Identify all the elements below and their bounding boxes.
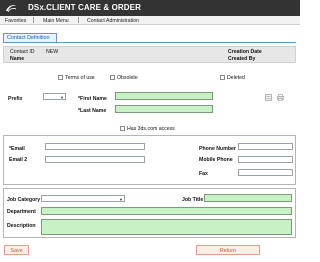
- return-button[interactable]: Return: [196, 245, 260, 255]
- obsolete-checkbox[interactable]: [110, 75, 115, 80]
- 3ds-logo-icon: [6, 5, 17, 13]
- created-by-label: Created By: [228, 56, 256, 62]
- nav-item-main-menu[interactable]: Main Menu: [43, 18, 69, 24]
- deleted-checkbox[interactable]: [220, 75, 225, 80]
- department-label: Department: [7, 209, 36, 215]
- deleted-label: Deleted: [227, 75, 245, 81]
- mobile-phone-field[interactable]: [238, 156, 293, 163]
- job-title-label: Job Title: [182, 197, 204, 203]
- contact-id-label: Contact ID: [10, 49, 35, 55]
- first-name-field[interactable]: [115, 92, 213, 100]
- email2-field[interactable]: [45, 156, 145, 163]
- department-field[interactable]: [41, 207, 292, 215]
- app-header: DSx.CLIENT CARE & ORDER: [0, 0, 300, 16]
- fax-label: Fax: [199, 171, 208, 177]
- card-icon[interactable]: [265, 94, 272, 101]
- job-category-select[interactable]: ▼: [41, 195, 125, 202]
- tab-underline: [3, 41, 296, 43]
- print-icon[interactable]: [277, 94, 284, 101]
- prefix-label: Prefix: [8, 96, 23, 102]
- description-label: Description: [7, 223, 36, 229]
- nav-separator: [33, 17, 34, 23]
- last-name-field[interactable]: [115, 105, 213, 113]
- contact-info-panel: Contact ID NEW Name Creation Date Create…: [3, 46, 296, 63]
- terms-of-use-label: Terms of use: [65, 75, 95, 81]
- has-3ds-access-checkbox[interactable]: [120, 126, 125, 131]
- nav-item-favorites[interactable]: Favorites: [5, 18, 26, 24]
- nav-item-contact-administration[interactable]: Contact Administration: [87, 18, 139, 24]
- prefix-select[interactable]: ▼: [43, 93, 66, 100]
- email-label: *Email: [9, 146, 25, 152]
- fax-field[interactable]: [238, 169, 293, 176]
- terms-of-use-checkbox[interactable]: [58, 75, 63, 80]
- chevron-down-icon: ▼: [60, 94, 64, 100]
- nav-separator: [78, 17, 79, 23]
- email-field[interactable]: [45, 143, 145, 150]
- phone-number-label: Phone Number: [199, 146, 236, 152]
- chevron-down-icon: ▼: [119, 196, 123, 202]
- creation-date-label: Creation Date: [228, 49, 262, 55]
- save-button[interactable]: Save: [4, 245, 29, 255]
- job-section: Job Category ▼ Job Title Department Desc…: [3, 188, 296, 238]
- email2-label: Email 2: [9, 157, 28, 163]
- job-title-field[interactable]: [204, 194, 292, 202]
- description-field[interactable]: [41, 219, 292, 235]
- phone-number-field[interactable]: [238, 143, 293, 150]
- name-label: Name: [10, 56, 25, 62]
- mobile-phone-label: Mobile Phone: [199, 157, 233, 163]
- contact-id-value: NEW: [46, 49, 59, 55]
- first-name-label: *First Name: [78, 96, 107, 102]
- job-category-label: Job Category: [7, 197, 41, 203]
- nav-bar: Favorites Main Menu Contact Administrati…: [0, 16, 300, 25]
- last-name-label: *Last Name: [78, 108, 107, 114]
- has-3ds-access-label: Has 3ds.com access: [127, 126, 175, 132]
- contact-section: *Email Email 2 Phone Number Mobile Phone…: [3, 135, 296, 185]
- obsolete-label: Obsolete: [117, 75, 138, 81]
- app-title: DSx.CLIENT CARE & ORDER: [28, 3, 141, 12]
